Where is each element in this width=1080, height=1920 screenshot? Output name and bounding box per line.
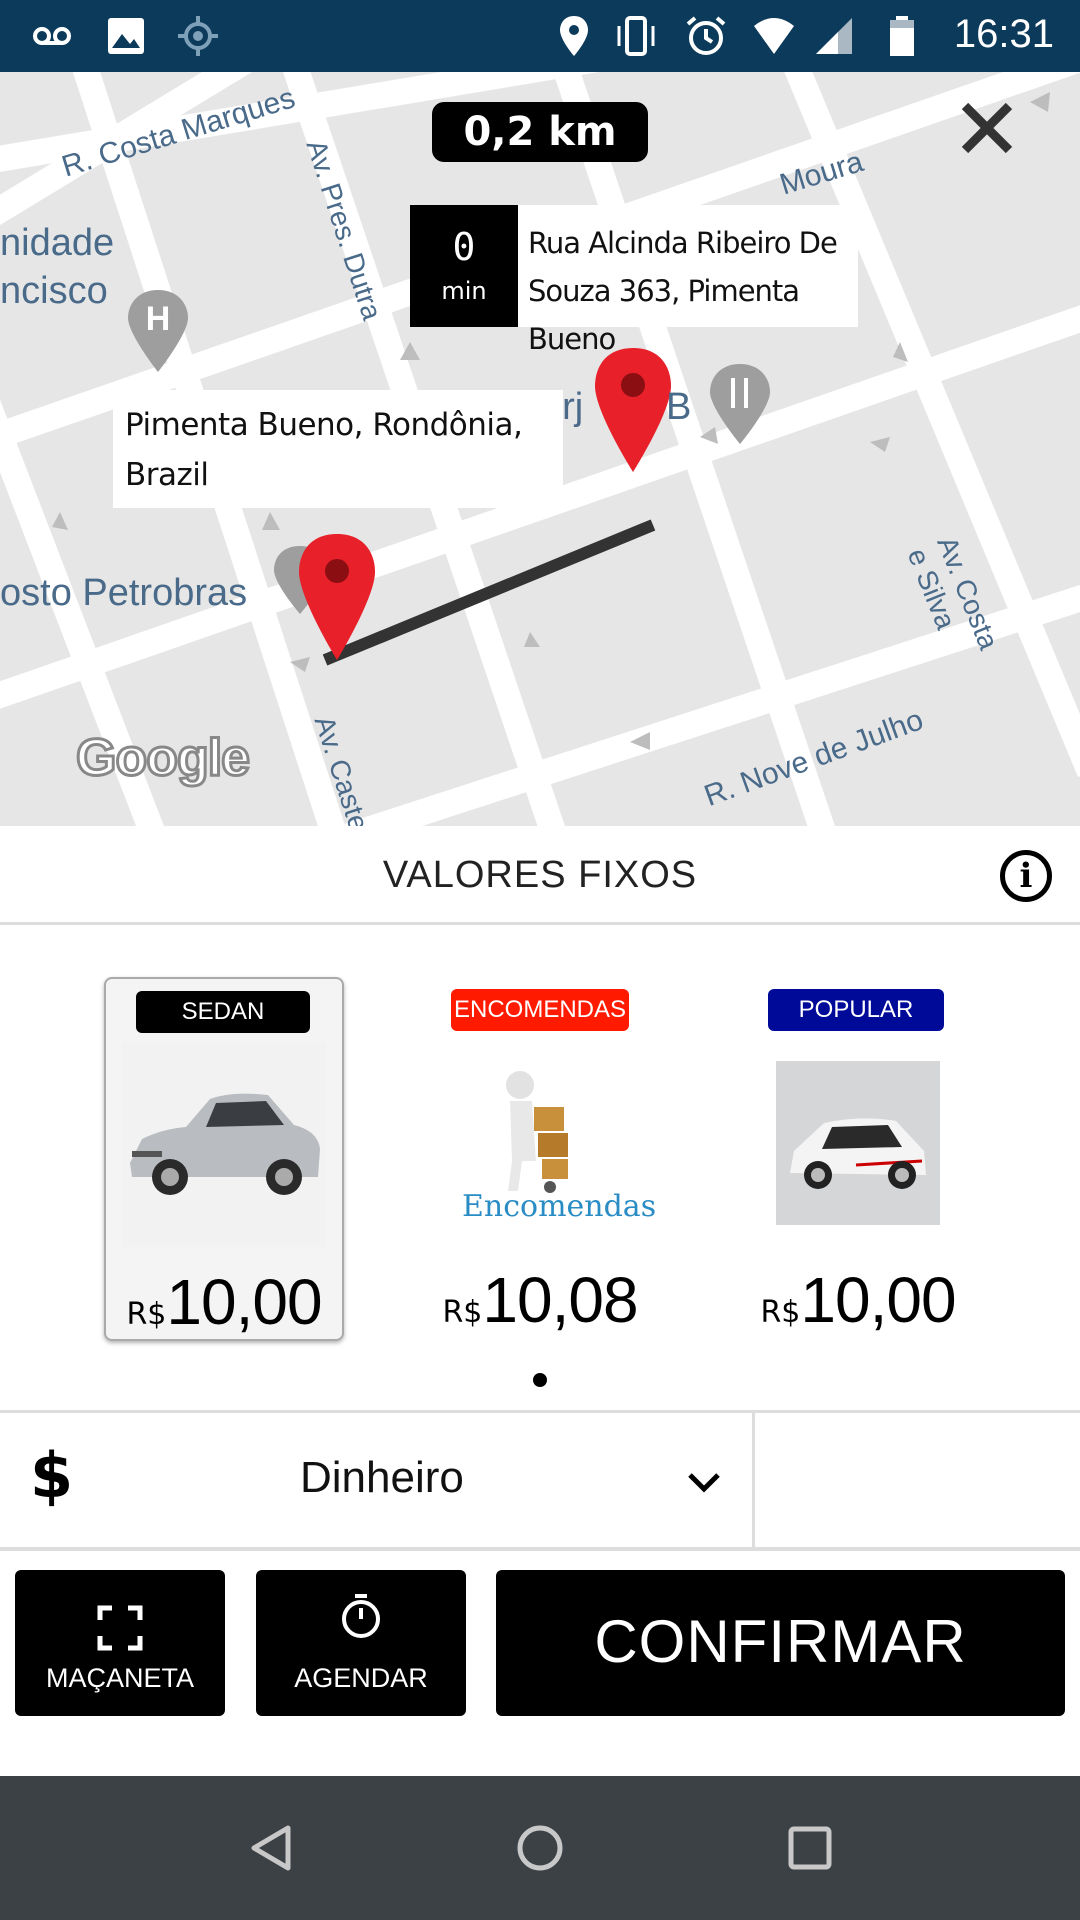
- back-icon[interactable]: [246, 1822, 298, 1874]
- schedule-button[interactable]: AGENDAR: [256, 1570, 466, 1716]
- payment-row: $ Dinheiro: [0, 1410, 1080, 1551]
- eta-minutes: 0: [452, 225, 476, 269]
- destination-address: Rua Alcinda Ribeiro De Souza 363, Piment…: [528, 226, 838, 356]
- vehicle-price: R$10,00: [106, 1265, 342, 1339]
- voicemail-icon: [33, 27, 71, 45]
- location-icon: [560, 16, 588, 56]
- handle-button[interactable]: MAÇANETA: [15, 1570, 225, 1716]
- alarm-icon: [686, 16, 726, 55]
- vehicle-price: R$10,00: [740, 1263, 976, 1337]
- currency: R$: [126, 1297, 167, 1332]
- gps-icon: [178, 16, 218, 56]
- price-value: 10,00: [166, 1266, 322, 1338]
- sedan-car-image: [122, 1043, 326, 1247]
- status-bar: 16:31: [0, 0, 1080, 72]
- payment-method-label: Dinheiro: [300, 1453, 464, 1502]
- fullscreen-icon: [97, 1605, 143, 1651]
- origin-info-box: Pimenta Bueno, Rondônia, Brazil: [113, 390, 563, 508]
- battery-icon: [890, 16, 914, 56]
- vehicle-card-sedan[interactable]: SEDAN R$10,00: [104, 977, 344, 1341]
- section-header: VALORES FIXOS i: [0, 826, 1080, 925]
- currency: R$: [760, 1295, 801, 1330]
- eta-unit: min: [441, 277, 487, 305]
- vehicle-card-encomendas[interactable]: ENCOMENDAS Encomendas R$10,08: [422, 977, 658, 1337]
- signal-icon: [816, 18, 852, 54]
- vehicle-options: SEDAN R$10,00 ENCOMENDAS Encomendas R$10…: [0, 925, 1080, 1407]
- action-buttons: MAÇANETA AGENDAR CONFIRMAR: [0, 1570, 1080, 1720]
- vehicle-card-popular[interactable]: POPULAR R$10,00: [740, 977, 976, 1337]
- currency: R$: [442, 1295, 483, 1330]
- price-value: 10,08: [482, 1264, 638, 1336]
- timer-icon: [342, 1594, 380, 1638]
- dollar-icon: $: [30, 1439, 74, 1512]
- close-icon[interactable]: [955, 96, 1019, 160]
- pager-dot: [533, 1373, 547, 1387]
- wifi-icon: [754, 18, 794, 54]
- google-logo: Google: [74, 728, 251, 789]
- encomendas-image-text: Encomendas: [462, 1189, 657, 1224]
- poi-label: B: [666, 386, 692, 428]
- schedule-button-label: AGENDAR: [294, 1663, 428, 1693]
- confirm-button[interactable]: CONFIRMAR: [496, 1570, 1065, 1716]
- distance-badge: 0,2 km: [432, 102, 648, 162]
- vibrate-icon: [617, 16, 655, 56]
- chevron-down-icon: [688, 1473, 720, 1493]
- popular-car-image: [776, 1061, 940, 1225]
- vehicle-tag: POPULAR: [768, 989, 944, 1031]
- handle-button-label: MAÇANETA: [45, 1663, 194, 1693]
- origin-address: Pimenta Bueno, Rondônia, Brazil: [125, 407, 523, 493]
- home-icon[interactable]: [514, 1822, 566, 1874]
- vehicle-price: R$10,08: [422, 1263, 658, 1337]
- destination-info-box: 0 min Rua Alcinda Ribeiro De Souza 363, …: [410, 205, 858, 356]
- poi-label: ncisco: [0, 270, 108, 312]
- section-title: VALORES FIXOS: [382, 854, 698, 896]
- confirm-button-label: CONFIRMAR: [594, 1608, 967, 1675]
- svg-text:H: H: [146, 300, 171, 338]
- recents-icon[interactable]: [784, 1822, 836, 1874]
- poi-label: osto Petrobras: [0, 572, 248, 614]
- price-value: 10,00: [800, 1264, 956, 1336]
- map[interactable]: H R. Costa Marques Av. Pres. Dutra Moura…: [0, 72, 1080, 826]
- navigation-bar: [0, 1776, 1080, 1920]
- info-icon[interactable]: i: [1000, 850, 1052, 902]
- poi-label: nidade: [0, 222, 115, 264]
- eta-box: 0 min: [410, 205, 518, 327]
- payment-method-select[interactable]: $ Dinheiro: [0, 1413, 755, 1547]
- image-icon: [108, 18, 144, 54]
- clock: 16:31: [953, 12, 1054, 56]
- vehicle-tag: ENCOMENDAS: [451, 989, 629, 1031]
- vehicle-tag: SEDAN: [136, 991, 310, 1033]
